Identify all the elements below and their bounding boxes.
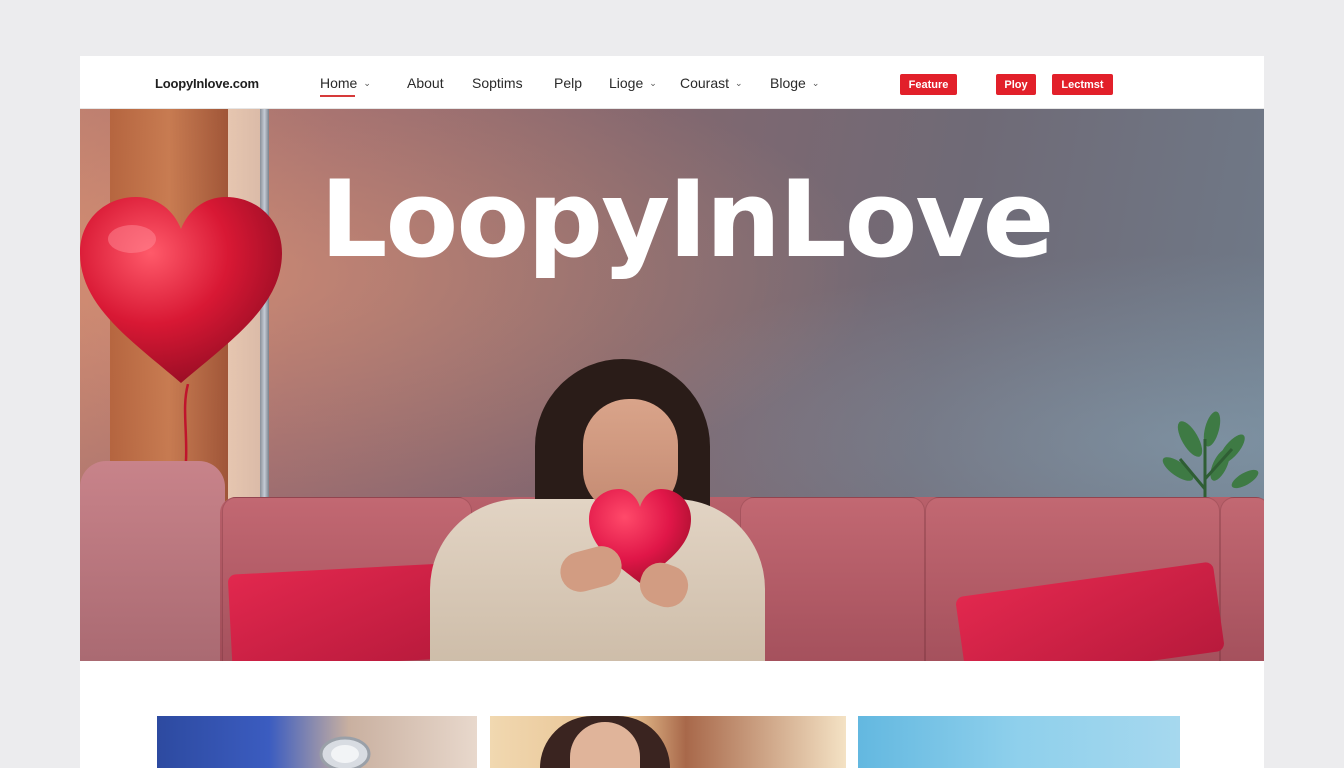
ploy-button[interactable]: Ploy bbox=[996, 74, 1036, 95]
chevron-down-icon: ⌄ bbox=[363, 77, 371, 88]
nav-item-soptims[interactable]: Soptims bbox=[472, 75, 523, 91]
sofa-cushion bbox=[1220, 497, 1264, 661]
nav-item-lioge[interactable]: Lioge ⌄ bbox=[609, 75, 657, 91]
chevron-down-icon: ⌄ bbox=[735, 77, 743, 88]
watch-icon bbox=[319, 736, 371, 768]
nav-item-label: Courast bbox=[680, 75, 730, 91]
nav-item-about[interactable]: About bbox=[407, 75, 444, 91]
nav-item-home[interactable]: Home ⌄ bbox=[320, 75, 371, 97]
nav-item-pelp[interactable]: Pelp bbox=[554, 75, 582, 91]
nav-item-bloge[interactable]: Bloge ⌄ bbox=[770, 75, 819, 91]
lectmst-button[interactable]: Lectmst bbox=[1052, 74, 1113, 95]
chevron-down-icon: ⌄ bbox=[811, 77, 820, 88]
nav-item-label: About bbox=[407, 75, 444, 91]
nav-item-label: Home bbox=[320, 75, 358, 91]
nav-item-label: Bloge bbox=[770, 75, 806, 91]
nav-item-courast[interactable]: Courast ⌄ bbox=[680, 75, 743, 91]
pillow-image bbox=[227, 563, 453, 661]
heart-balloon-icon bbox=[80, 197, 282, 383]
chevron-down-icon: ⌄ bbox=[649, 77, 657, 88]
page: LoopyInlove.com Home ⌄ About Soptims Pel… bbox=[80, 56, 1264, 768]
top-navigation: LoopyInlove.com Home ⌄ About Soptims Pel… bbox=[80, 56, 1264, 109]
feature-button[interactable]: Feature bbox=[900, 74, 957, 95]
hero-banner: LoopyInLove bbox=[80, 109, 1264, 661]
hero-title: LoopyInLove bbox=[320, 158, 1054, 281]
feature-card-1[interactable] bbox=[157, 716, 477, 768]
nav-item-label: Lioge bbox=[609, 75, 644, 91]
site-logo[interactable]: LoopyInlove.com bbox=[155, 76, 259, 91]
nav-item-label: Pelp bbox=[554, 75, 583, 91]
feature-card-3[interactable] bbox=[858, 716, 1180, 768]
feature-card-2[interactable] bbox=[490, 716, 846, 768]
nav-item-label: Soptims bbox=[472, 75, 523, 91]
sofa-cushion bbox=[740, 497, 925, 661]
sofa-armrest-image bbox=[80, 461, 225, 661]
